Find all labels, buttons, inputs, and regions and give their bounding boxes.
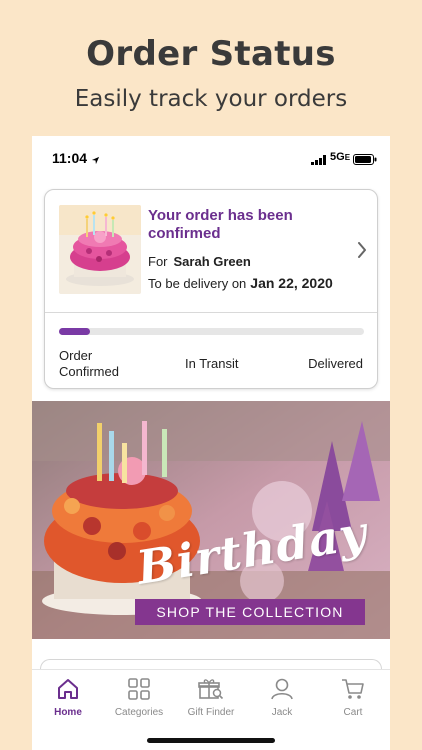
for-label: For (148, 254, 168, 269)
recipient-name: Sarah Green (173, 254, 251, 269)
shop-collection-button[interactable]: SHOP THE COLLECTION (135, 599, 365, 625)
network-label: 5GE (330, 151, 351, 163)
card-divider (45, 312, 377, 313)
tab-categories-label: Categories (114, 707, 164, 718)
delivery-label: To be delivery on (148, 276, 247, 291)
battery-icon (353, 152, 377, 170)
tab-cart-label: Cart (343, 707, 363, 718)
home-indicator (147, 738, 275, 743)
delivery-date: Jan 22, 2020 (250, 275, 333, 291)
bouquet-thumbnail (59, 205, 141, 294)
home-icon (32, 678, 104, 703)
order-status-card[interactable]: Your order has been confirmed For Sarah G… (44, 189, 378, 389)
order-progress-bar (59, 328, 364, 335)
phone-screen: 11:04 5GE Your order has been confirmed … (32, 136, 390, 750)
tab-gift-finder-label: Gift Finder (187, 707, 235, 718)
tab-account[interactable]: Jack (246, 678, 318, 718)
step-in-transit: In Transit (185, 356, 239, 371)
chevron-right-icon[interactable] (357, 242, 367, 263)
step-delivered: Delivered (308, 356, 363, 371)
tab-home[interactable]: Home (32, 678, 104, 718)
tab-gift-finder[interactable]: Gift Finder (175, 678, 247, 718)
cart-icon (317, 678, 389, 703)
grid-icon (103, 678, 175, 703)
tab-cart[interactable]: Cart (317, 678, 389, 718)
gift-search-icon (175, 678, 247, 703)
tab-home-label: Home (54, 707, 82, 718)
signal-icon (311, 152, 327, 170)
order-progress-fill (59, 328, 90, 335)
promo-subhead: Easily track your orders (74, 86, 348, 112)
birthday-collection-banner[interactable]: Birthday SHOP THE COLLECTION (32, 401, 390, 639)
recipient-line: For Sarah Green (148, 254, 251, 269)
delivery-line: To be delivery on Jan 22, 2020 (148, 275, 333, 291)
tab-categories[interactable]: Categories (103, 678, 175, 718)
bottom-tab-bar: Home Categories Gift Finder Jack Cart (32, 669, 390, 750)
order-confirmed-title: Your order has been confirmed (148, 207, 293, 242)
person-icon (246, 678, 318, 703)
status-bar: 11:04 5GE (32, 136, 390, 180)
location-arrow-icon (91, 152, 100, 170)
status-time: 11:04 (52, 150, 88, 166)
step-order-confirmed: Order Confirmed (59, 348, 119, 379)
tab-account-label: Jack (271, 707, 293, 718)
promo-headline: Order Status (86, 34, 336, 74)
